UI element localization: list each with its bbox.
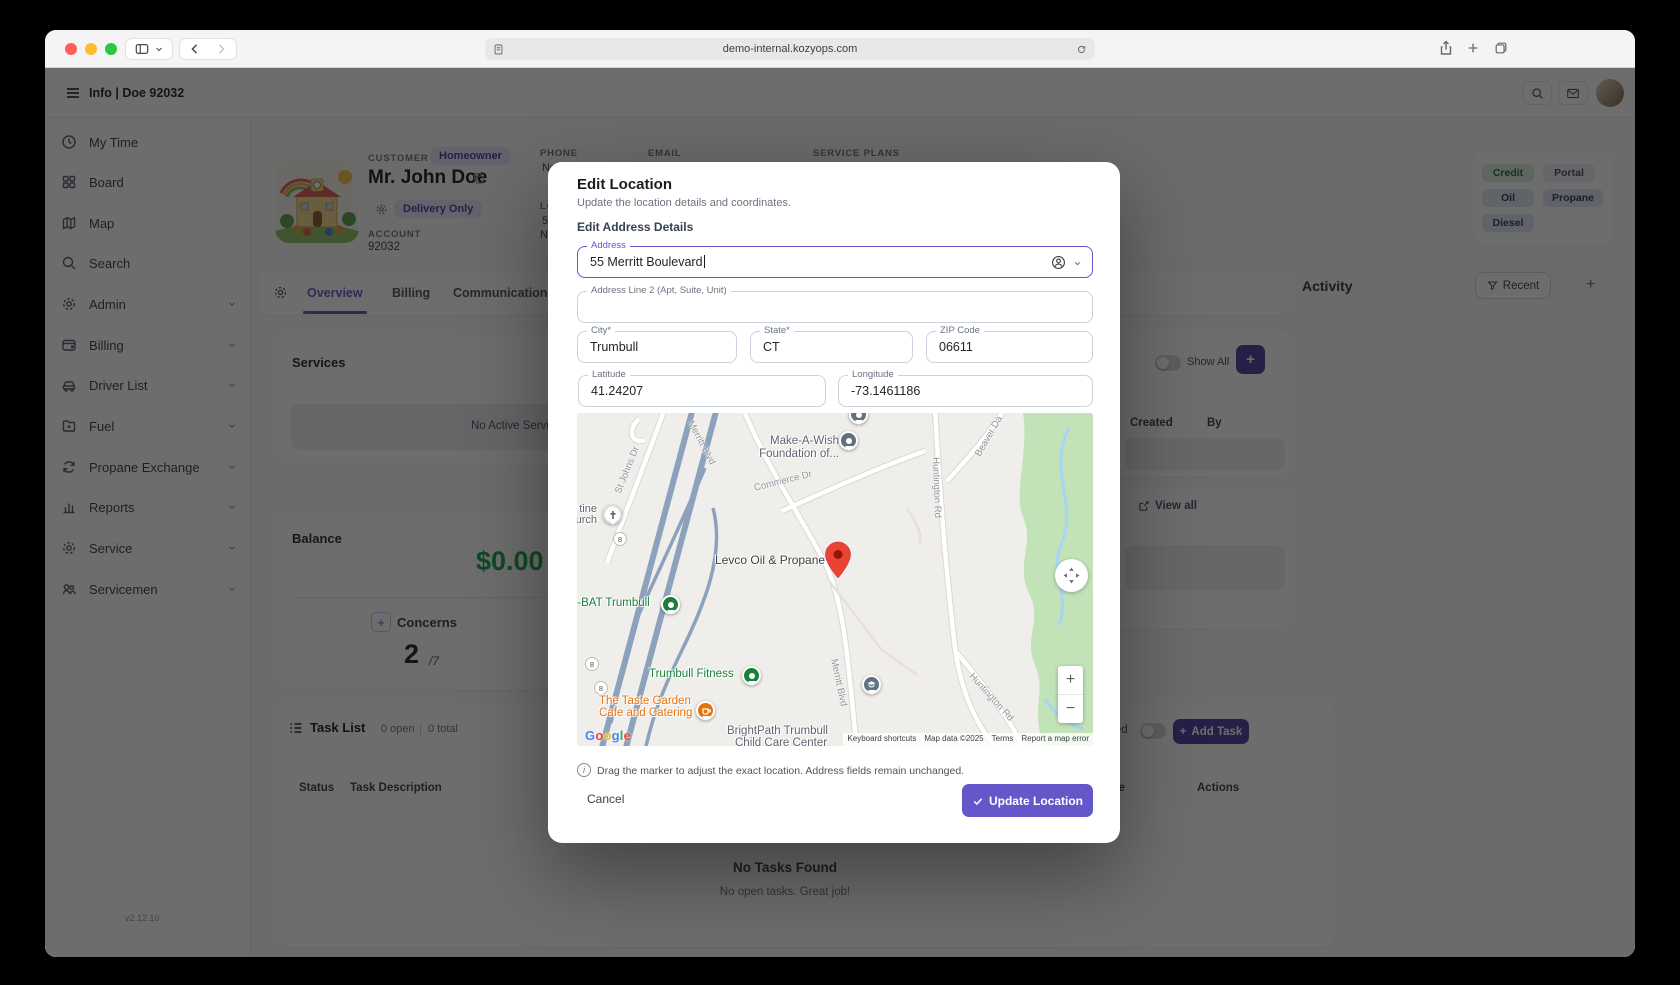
- person-circle-icon[interactable]: [1051, 255, 1066, 270]
- app-root: Info | Doe 92032 My Time Board Map Searc…: [45, 68, 1635, 957]
- chevron-down-icon[interactable]: [1073, 259, 1082, 268]
- zip-label: ZIP Code: [936, 325, 984, 336]
- reload-icon[interactable]: [1076, 44, 1087, 55]
- forward-button[interactable]: [215, 43, 227, 55]
- zoom-in-button[interactable]: +: [1058, 666, 1083, 694]
- page-icon: [493, 44, 504, 55]
- info-icon: i: [577, 763, 591, 777]
- state-value: CT: [763, 340, 780, 354]
- cancel-button[interactable]: Cancel: [587, 792, 624, 806]
- city-value: Trumbull: [590, 340, 638, 354]
- zoom-window-button[interactable]: [105, 43, 117, 55]
- poi-label-dbat[interactable]: D-BAT Trumbull: [577, 597, 650, 609]
- pan-control[interactable]: [1055, 559, 1088, 592]
- zip-input[interactable]: ZIP Code 06611: [926, 331, 1093, 363]
- poi-label-brightpath[interactable]: BrightPath Trumbull: [727, 725, 828, 737]
- route-8-shield: 8: [594, 681, 608, 695]
- church-marker[interactable]: [603, 505, 622, 524]
- address-line2-input[interactable]: Address Line 2 (Apt, Suite, Unit): [577, 291, 1093, 323]
- longitude-value: -73.1461186: [851, 384, 920, 398]
- address-input-label: Address: [587, 240, 630, 251]
- tab-overview-icon[interactable]: [1494, 41, 1508, 55]
- close-window-button[interactable]: [65, 43, 77, 55]
- modal-note: Drag the marker to adjust the exact loca…: [597, 765, 964, 777]
- modal-section-title: Edit Address Details: [577, 220, 693, 234]
- browser-toolbar: demo-internal.kozyops.com: [45, 30, 1635, 68]
- edit-location-modal: Edit Location Update the location detail…: [548, 162, 1120, 843]
- sidebar-toggle-button[interactable]: [125, 38, 173, 60]
- check-icon: [972, 795, 984, 807]
- sidebar-toggle-icon: [135, 42, 149, 56]
- map-data-text: Map data ©2025: [920, 733, 987, 746]
- fitness-marker[interactable]: [742, 666, 761, 685]
- city-input[interactable]: City* Trumbull: [577, 331, 737, 363]
- zoom-control: + −: [1058, 666, 1083, 723]
- zip-value: 06611: [939, 340, 973, 354]
- poi-label-make-a-wish[interactable]: Make-A-Wish: [727, 435, 839, 447]
- map-canvas[interactable]: St Johns Dr Merritt Blvd Commerce Dr Hun…: [577, 413, 1093, 746]
- latitude-label: Latitude: [588, 369, 630, 380]
- address-line2-label: Address Line 2 (Apt, Suite, Unit): [587, 285, 731, 296]
- poi-label-fitness[interactable]: Trumbull Fitness: [649, 668, 734, 680]
- poi-label-make-a-wish-2[interactable]: Foundation of...: [711, 448, 839, 460]
- latitude-input[interactable]: Latitude 41.24207: [578, 375, 826, 407]
- update-location-button[interactable]: Update Location: [962, 784, 1093, 817]
- new-tab-icon[interactable]: [1466, 41, 1480, 55]
- poi-label-levco[interactable]: Levco Oil & Propane: [715, 553, 825, 567]
- text-caret: [704, 255, 705, 268]
- modal-title: Edit Location: [577, 176, 672, 193]
- address-bar[interactable]: demo-internal.kozyops.com: [485, 38, 1095, 60]
- location-pin-marker[interactable]: [824, 541, 852, 579]
- poi-label-taste-garden-2[interactable]: Cafe and Catering: [599, 707, 692, 719]
- modal-subtitle: Update the location details and coordina…: [577, 197, 791, 209]
- report-map-error-link[interactable]: Report a map error: [1017, 733, 1093, 746]
- share-icon[interactable]: [1438, 40, 1454, 56]
- state-input[interactable]: State* CT: [750, 331, 913, 363]
- back-button[interactable]: [189, 43, 201, 55]
- latitude-value: 41.24207: [591, 384, 643, 398]
- screen: demo-internal.kozyops.com Info | Doe 920…: [0, 0, 1680, 985]
- state-label: State*: [760, 325, 794, 336]
- poi-label-church-2: urch: [577, 514, 597, 526]
- poi-label-taste-garden[interactable]: The Taste Garden: [599, 695, 691, 707]
- dbat-marker[interactable]: [661, 595, 680, 614]
- make-a-wish-marker[interactable]: [839, 431, 858, 450]
- minimize-window-button[interactable]: [85, 43, 97, 55]
- browser-window: demo-internal.kozyops.com Info | Doe 920…: [45, 30, 1635, 957]
- longitude-label: Longitude: [848, 369, 898, 380]
- keyboard-shortcuts-link[interactable]: Keyboard shortcuts: [843, 733, 920, 746]
- route-8-shield: 8: [613, 532, 627, 546]
- nav-buttons: [179, 38, 237, 60]
- chevron-down-icon: [155, 45, 163, 53]
- address-input-value: 55 Merritt Boulevard: [590, 255, 705, 269]
- taste-garden-marker[interactable]: [696, 701, 715, 720]
- school-marker[interactable]: [862, 675, 881, 694]
- city-label: City*: [587, 325, 615, 336]
- url-text: demo-internal.kozyops.com: [504, 43, 1076, 55]
- terms-link[interactable]: Terms: [988, 733, 1018, 746]
- route-8-shield: 8: [585, 657, 599, 671]
- map-attribution: Keyboard shortcuts Map data ©2025 Terms …: [843, 733, 1093, 746]
- road-label: Huntington Rd: [930, 457, 943, 518]
- address-input[interactable]: Address 55 Merritt Boulevard: [577, 246, 1093, 278]
- longitude-input[interactable]: Longitude -73.1461186: [838, 375, 1093, 407]
- google-logo[interactable]: Google: [585, 728, 631, 743]
- update-location-label: Update Location: [989, 794, 1083, 808]
- zoom-out-button[interactable]: −: [1058, 695, 1083, 722]
- poi-label-brightpath-2[interactable]: Child Care Center: [735, 737, 827, 746]
